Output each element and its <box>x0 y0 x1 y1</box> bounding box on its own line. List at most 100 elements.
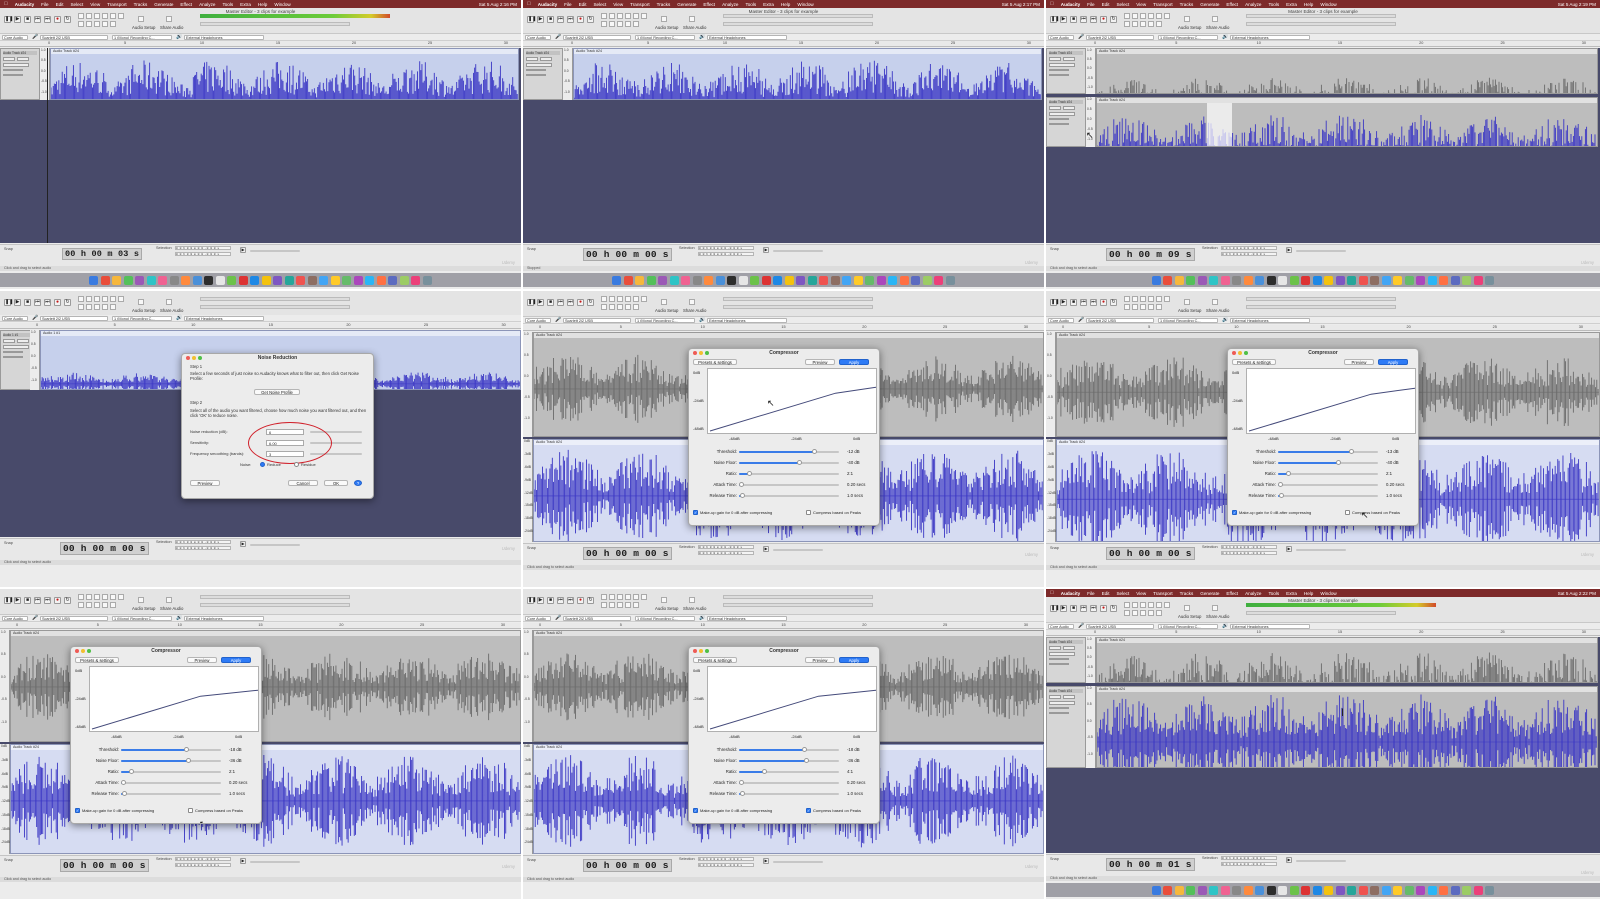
compress-peaks-checkbox[interactable] <box>188 808 193 813</box>
skip-start-button[interactable]: ⏮ <box>1080 299 1087 306</box>
multi-tool-icon[interactable] <box>625 296 631 302</box>
time-display[interactable]: 00 h 00 m 00 s <box>583 248 672 261</box>
play-speed-slider[interactable] <box>1296 250 1346 252</box>
selection-start[interactable]: 0 0 h 0 0 m 0 0 .0 0 0 s <box>175 540 231 544</box>
dock-app-icon[interactable] <box>830 275 840 285</box>
envelope-tool-icon[interactable] <box>86 296 92 302</box>
fit-project-icon[interactable] <box>1132 21 1138 27</box>
zoom-toggle-icon[interactable] <box>617 304 623 310</box>
play-button[interactable]: ▶ <box>1060 605 1067 612</box>
silence-icon[interactable] <box>1156 304 1162 310</box>
trim-icon[interactable] <box>102 304 108 310</box>
draw-tool-icon[interactable] <box>1140 296 1146 302</box>
select-tool-icon[interactable] <box>1124 13 1130 19</box>
recording-device-select[interactable]: Scarlett 2i2 USB <box>1086 318 1154 323</box>
apple-menu-icon[interactable]:  <box>1050 1 1054 7</box>
dock-app-icon[interactable] <box>1473 275 1483 285</box>
track-control-panel[interactable]: Audio Track #24 <box>0 48 40 100</box>
zoom-toggle-icon[interactable] <box>94 304 100 310</box>
audio-clip-processed[interactable]: Audio Track #24 <box>1096 686 1598 768</box>
dock-app-icon[interactable] <box>1450 885 1460 895</box>
menu-app-name[interactable]: Audacity <box>1061 591 1080 596</box>
share-audio-button[interactable]: Share Audio <box>683 606 706 611</box>
gain-slider[interactable] <box>3 351 23 353</box>
play-at-speed-button[interactable]: ▶ <box>1286 247 1292 253</box>
skip-end-button[interactable]: ⏭ <box>44 299 51 306</box>
pan-slider[interactable] <box>1049 74 1069 76</box>
preview-button[interactable]: Preview <box>805 657 835 663</box>
envelope-tool-icon[interactable] <box>86 594 92 600</box>
track-control-panel[interactable]: Audio Track #24 <box>1046 97 1086 147</box>
dock-app-icon[interactable] <box>1289 885 1299 895</box>
fit-selection-icon[interactable] <box>601 304 607 310</box>
trim-icon[interactable] <box>1148 610 1154 616</box>
dock-app-icon[interactable] <box>365 275 375 285</box>
pause-button[interactable]: ❚❚ <box>527 16 536 23</box>
zoom-in-icon[interactable] <box>1156 296 1162 302</box>
menu-item-tools[interactable]: Tools <box>1268 2 1279 7</box>
audio-setup-button[interactable]: Audio Setup <box>1178 308 1201 313</box>
multi-tool-icon[interactable] <box>1148 602 1154 608</box>
slider-knob[interactable] <box>128 769 134 774</box>
dock-app-icon[interactable] <box>796 275 806 285</box>
dock-app-icon[interactable] <box>1243 885 1253 895</box>
slider-knob[interactable] <box>121 791 127 796</box>
effects-button[interactable] <box>1049 112 1075 116</box>
skip-start-button[interactable]: ⏮ <box>1080 605 1087 612</box>
record-button[interactable]: ● <box>1100 16 1107 23</box>
dock-app-icon[interactable] <box>669 275 679 285</box>
playback-meter[interactable] <box>200 22 350 26</box>
slider-knob[interactable] <box>1348 449 1354 454</box>
dock-app-icon[interactable] <box>922 275 932 285</box>
select-tool-icon[interactable] <box>601 296 607 302</box>
pan-slider[interactable] <box>1049 663 1069 665</box>
dock-app-icon[interactable] <box>330 275 340 285</box>
loop-button[interactable]: ↻ <box>1110 605 1117 612</box>
stop-button[interactable]: ■ <box>547 299 554 306</box>
dock-app-icon[interactable] <box>1151 885 1161 895</box>
noise-floor-slider[interactable] <box>739 758 839 763</box>
zoom-toggle-icon[interactable] <box>94 21 100 27</box>
selection-end[interactable]: 0 0 h 0 0 m 0 0 .0 0 0 s <box>1221 252 1277 256</box>
pan-slider[interactable] <box>1049 123 1069 125</box>
selection-end[interactable]: 0 0 h 0 0 m 0 0 .0 0 0 s <box>1221 551 1277 555</box>
release-time-slider[interactable] <box>121 791 221 796</box>
record-meter[interactable] <box>1246 297 1396 301</box>
fit-project-icon[interactable] <box>86 21 92 27</box>
playback-meter[interactable] <box>723 603 873 607</box>
dock-app-icon[interactable] <box>1335 275 1345 285</box>
dock-app-icon[interactable] <box>307 275 317 285</box>
trim-icon[interactable] <box>625 602 631 608</box>
multi-tool-icon[interactable] <box>625 594 631 600</box>
dock-app-icon[interactable] <box>819 275 829 285</box>
audio-setup-button[interactable]: Audio Setup <box>655 606 678 611</box>
fit-selection-icon[interactable] <box>1124 304 1130 310</box>
recording-channels-select[interactable]: 1 (Mono) Recording C... <box>1158 624 1218 629</box>
dock-app-icon[interactable] <box>750 275 760 285</box>
record-button[interactable]: ● <box>54 597 61 604</box>
dock-app-icon[interactable] <box>1174 275 1184 285</box>
presets-settings-button[interactable]: Presets & settings <box>693 657 737 663</box>
play-at-speed-button[interactable]: ▶ <box>240 247 246 253</box>
menu-item-window[interactable]: Window <box>1320 591 1336 596</box>
play-at-speed-button[interactable]: ▶ <box>1286 546 1292 552</box>
dock-app-icon[interactable] <box>342 275 352 285</box>
record-meter[interactable] <box>723 595 873 599</box>
dock-app-icon[interactable] <box>1416 275 1426 285</box>
selection-end[interactable]: 0 0 h 0 0 m 0 0 .0 0 0 s <box>175 252 231 256</box>
skip-start-button[interactable]: ⏮ <box>1080 16 1087 23</box>
selection-start[interactable]: 0 0 h 0 0 m 0 0 .0 0 0 s <box>1221 246 1277 250</box>
record-button[interactable]: ● <box>54 299 61 306</box>
fit-project-icon[interactable] <box>609 21 615 27</box>
playback-device-select[interactable]: External Headphones <box>1230 624 1310 629</box>
selection-start[interactable]: 0 0 h 0 0 m 0 0 .0 0 0 s <box>175 857 231 861</box>
zoom-in-icon[interactable] <box>110 594 116 600</box>
recording-channels-select[interactable]: 1 (Mono) Recording C... <box>112 316 172 321</box>
selection-end[interactable]: 0 0 h 0 0 m 0 0 .0 0 0 s <box>175 546 231 550</box>
select-tool-icon[interactable] <box>1124 296 1130 302</box>
play-speed-slider[interactable] <box>773 549 823 551</box>
playback-meter[interactable] <box>1246 22 1396 26</box>
pause-button[interactable]: ❚❚ <box>527 299 536 306</box>
preview-button[interactable]: Preview <box>187 657 217 663</box>
zoom-in-icon[interactable] <box>633 296 639 302</box>
